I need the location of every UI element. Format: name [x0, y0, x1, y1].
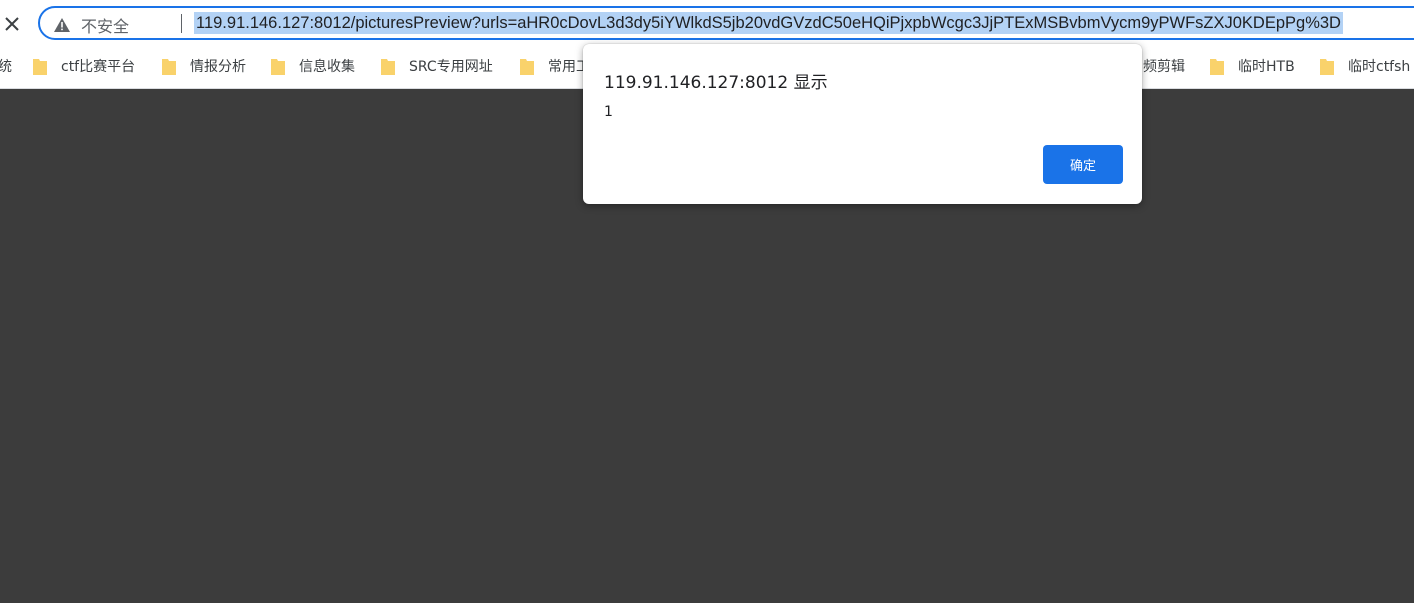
bookmark-folder[interactable]: ctf比赛平台: [33, 55, 135, 77]
bookmark-folder[interactable]: 信息收集: [271, 55, 355, 77]
bookmark-item[interactable]: 统: [0, 55, 12, 77]
bookmark-folder[interactable]: 常用工: [520, 55, 590, 77]
alert-dialog: 119.91.146.127:8012 显示 1 确定: [583, 44, 1142, 204]
security-label[interactable]: 不安全: [81, 13, 129, 37]
folder-icon: [271, 57, 285, 75]
bookmark-folder[interactable]: 情报分析: [162, 55, 246, 77]
bookmark-folder[interactable]: SRC专用网址: [381, 55, 493, 77]
folder-icon: [1210, 57, 1224, 75]
address-bar[interactable]: 不安全 119.91.146.127:8012/picturesPreview?…: [38, 6, 1414, 40]
divider: [181, 14, 182, 33]
bookmark-label: SRC专用网址: [409, 59, 493, 75]
bookmark-label: 情报分析: [190, 59, 246, 75]
folder-icon: [33, 57, 47, 75]
folder-icon: [162, 57, 176, 75]
dialog-message: 1: [604, 104, 613, 120]
bookmark-label: 临时HTB: [1238, 59, 1295, 75]
bookmark-label: ctf比赛平台: [61, 59, 136, 75]
bookmark-item[interactable]: 频剪辑: [1143, 55, 1185, 77]
ok-button[interactable]: 确定: [1043, 145, 1123, 184]
bookmark-label: 信息收集: [299, 59, 355, 75]
bookmark-label: 统: [0, 59, 12, 75]
bookmark-label: 频剪辑: [1143, 59, 1185, 75]
close-icon[interactable]: [0, 12, 24, 36]
bookmark-folder[interactable]: 临时HTB: [1210, 55, 1295, 77]
bookmark-label: 临时ctfsh: [1348, 59, 1411, 75]
warning-icon[interactable]: [54, 17, 70, 32]
dialog-title: 119.91.146.127:8012 显示: [604, 73, 828, 93]
folder-icon: [520, 57, 534, 75]
url-text[interactable]: 119.91.146.127:8012/picturesPreview?urls…: [194, 12, 1343, 34]
bookmark-folder[interactable]: 临时ctfsh: [1320, 55, 1410, 77]
folder-icon: [1320, 57, 1334, 75]
folder-icon: [381, 57, 395, 75]
